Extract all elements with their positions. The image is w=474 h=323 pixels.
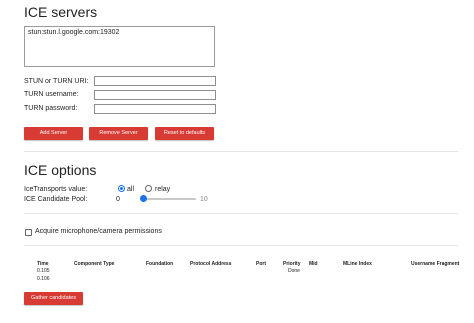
transport-all-label: all (127, 186, 135, 193)
stun-turn-uri-input[interactable] (94, 76, 216, 86)
section-divider (24, 213, 458, 214)
stun-turn-uri-label: STUN or TURN URI: (24, 78, 89, 85)
transport-relay-radio[interactable] (145, 185, 152, 192)
add-server-button[interactable]: Add Server (24, 127, 83, 140)
transport-relay-label: relay (155, 186, 171, 193)
column-header-foundation: Foundation (146, 261, 174, 267)
section-divider (24, 245, 458, 246)
candidate-pool-slider[interactable] (142, 198, 196, 200)
table-cell-priority: Done (288, 268, 300, 274)
ice-servers-heading: ICE servers (24, 4, 98, 20)
gather-candidates-button[interactable]: Gather candidates (24, 292, 83, 305)
column-header-port: Port (256, 261, 266, 267)
section-divider (24, 151, 458, 152)
ice-options-heading: ICE options (24, 162, 97, 178)
column-header-protocol-address: Protocol Address (190, 261, 232, 267)
column-header-component-type: Component Type (74, 261, 115, 267)
ice-server-option[interactable]: stun:stun.l.google.com:19302 (28, 28, 211, 37)
column-header-mid: Mid (309, 261, 318, 267)
ice-server-list[interactable]: stun:stun.l.google.com:19302 (24, 26, 215, 67)
transport-all-radio[interactable] (118, 185, 125, 192)
column-header-time: Time (37, 261, 49, 267)
table-cell-time: 0.105 (37, 268, 50, 274)
acquire-permissions-checkbox[interactable] (25, 229, 32, 236)
turn-password-input[interactable] (94, 104, 216, 114)
turn-password-label: TURN password: (24, 105, 78, 112)
column-header-username-fragment: Username Fragment (411, 261, 460, 267)
column-header-mline-index: MLine Index (343, 261, 372, 267)
remove-server-button[interactable]: Remove Server (89, 127, 148, 140)
candidate-pool-slider-thumb[interactable] (140, 195, 147, 202)
ice-transports-label: IceTransports value: (24, 186, 88, 193)
turn-username-input[interactable] (94, 90, 216, 100)
candidate-pool-value: 0 (116, 196, 120, 203)
candidate-pool-max: 10 (200, 196, 208, 203)
candidate-pool-label: ICE Candidate Pool: (24, 196, 88, 203)
table-cell-time: 0.106 (37, 276, 50, 282)
reset-to-defaults-button[interactable]: Reset to defaults (155, 127, 214, 140)
acquire-permissions-label: Acquire microphone/camera permissions (35, 228, 162, 235)
column-header-priority: Priority (283, 261, 301, 267)
turn-username-label: TURN username: (24, 91, 79, 98)
